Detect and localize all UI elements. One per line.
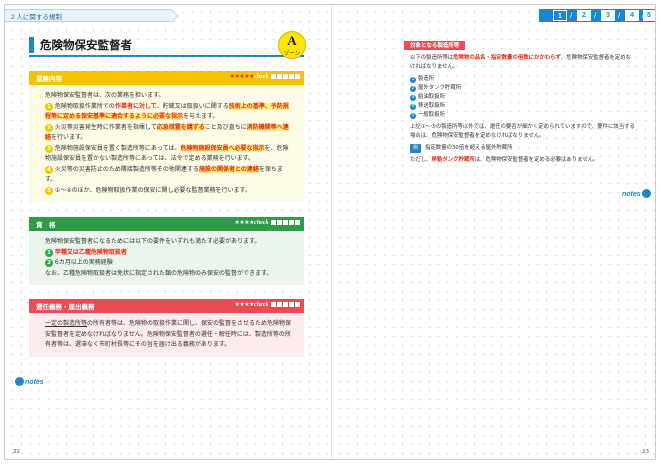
follow-text: 上記①～⑤の製造所等以外では、選任の要否が細かく定められていますので、要件に該当… [410,124,635,139]
duty-item: 1 危険物取扱作業所での作業者に対して、貯蔵又は取扱いに関する技術上の基準、予防… [45,102,289,120]
exception-line: ただし、移動タンク貯蔵所は、危険物保安監督者を定める必要はありません。 [410,157,599,163]
example-tag: 例 [410,144,422,153]
tab-5[interactable]: 5 [643,10,655,21]
check-boxes[interactable]: check [254,74,300,80]
tab-2[interactable]: 2 [577,10,591,21]
target-facilities-tag: 対象となる製造所等 [404,41,466,50]
importance-stars: ★★★★ [234,301,254,308]
appointment-box: 選任義務・届出義務 ★★★★ check 一定の製造所等の所有者等は、危険物の取… [29,299,304,357]
duty-item: 3 危険物施設保安員を置く製造所等にあっては、危険物施設保安員へ必要な指示を、危… [45,144,289,162]
book-spread: 2 人に関する規制 危険物保安監督者 A ゾーン 業務内容 ★★★★★ chec… [4,4,656,460]
notes-icon [641,189,651,198]
qualification-box: 資 格 ★★★★ check 危険物保安監督者になるためには以下の要件をいずれも… [29,217,304,285]
target-facilities-card: 対象となる製造所等 以下の製造所等は危険物の品名・指定数量の倍数にかかわらず、危… [404,41,636,177]
tab-4[interactable]: 4 [625,10,639,21]
page-title: 危険物保安監督者 [40,38,132,52]
notes-logo: notes [15,377,44,386]
page-title-row: 危険物保安監督者 [29,35,304,57]
check-boxes[interactable]: check [254,302,300,308]
qualification-item: 2 6カ月以上の実務経験 [45,258,294,269]
appointment-link[interactable]: 一定の製造所等 [45,320,87,327]
importance-stars: ★★★★★ [229,73,255,80]
zone-letter: A [287,33,297,48]
duties-box: 業務内容 ★★★★★ check 危険物保安監督者は、次の業務を担います。 1 … [29,71,304,202]
page-number-right: 23 [642,449,649,455]
right-page: 1 / 2 / 3 / 4 / 5 対象となる製造所等 以下の製造所等は危険物の… [331,5,655,459]
target-facilities-text: 以下の製造所等は危険物の品名・指定数量の倍数にかかわらず、危険物保安監督者を定め… [410,55,636,163]
qualification-box-header: 資 格 ★★★★ check [29,217,304,231]
duties-heading: 業務内容 [36,75,62,83]
appointment-body: 一定の製造所等の所有者等は、危険物の取扱作業に関し、保安の監督をさせるため危険物… [29,313,304,357]
duty-item: 4 火災等の災害防止のため隣接製造所等その他関連する施設の関係者との連絡を保ちま… [45,165,283,183]
tab-3[interactable]: 3 [601,10,615,21]
qualification-intro: 危険物保安監督者になるためには以下の要件をいずれも満たす必要があります。 [45,238,261,245]
page-number-left: 22 [13,449,20,455]
notes-logo-right: notes [622,189,652,198]
zone-badge: A ゾーン [278,31,306,59]
facility-item: 5 一般取扱所 [410,112,445,119]
chapter-tabs: 1 / 2 / 3 / 4 / 5 [539,9,655,22]
check-boxes[interactable]: check [254,220,300,226]
qualification-body: 危険物保安監督者になるためには以下の要件をいずれも満たす必要があります。 1 甲… [29,231,304,285]
qualification-item: 1 甲種又は乙種危険物取扱者 [45,248,294,259]
left-page: 2 人に関する規制 危険物保安監督者 A ゾーン 業務内容 ★★★★★ chec… [5,5,331,459]
duty-item: 2 火災等災害発生時に作業者を指揮して応急措置を講ずること及び直ちに消防機関等へ… [45,123,289,141]
zone-label: ゾーン [283,51,301,57]
notes-icon [15,377,24,386]
duties-intro: 危険物保安監督者は、次の業務を担います。 [45,92,165,99]
duties-box-header: 業務内容 ★★★★★ check [29,71,304,85]
facility-item: 1 製造所 [410,76,435,83]
duties-body: 危険物保安監督者は、次の業務を担います。 1 危険物取扱作業所での作業者に対して… [29,85,304,202]
qualification-note: なお、乙種危険物取扱者は免状に指定された類の危険物のみ保安の監督ができます。 [45,269,273,277]
example-line: 例指定数量の30倍を超える屋外貯蔵所 [410,144,636,153]
tab-1[interactable]: 1 [553,10,567,21]
facility-item: 3 給油取扱所 [410,94,445,101]
qualification-heading: 資 格 [36,221,56,229]
importance-stars: ★★★★ [234,219,254,226]
section-title: 2 人に関する規制 [11,14,62,21]
duty-item: 5 ①～④のほか、危険物取扱作業の保安に関し必要な監督業務を行います。 [45,186,294,197]
facility-item: 2 屋外タンク貯蔵所 [410,85,462,92]
section-header: 2 人に関する規制 [5,9,179,23]
appointment-heading: 選任義務・届出義務 [36,303,95,311]
facility-item: 4 移送取扱所 [410,103,445,110]
appointment-box-header: 選任義務・届出義務 ★★★★ check [29,299,304,313]
